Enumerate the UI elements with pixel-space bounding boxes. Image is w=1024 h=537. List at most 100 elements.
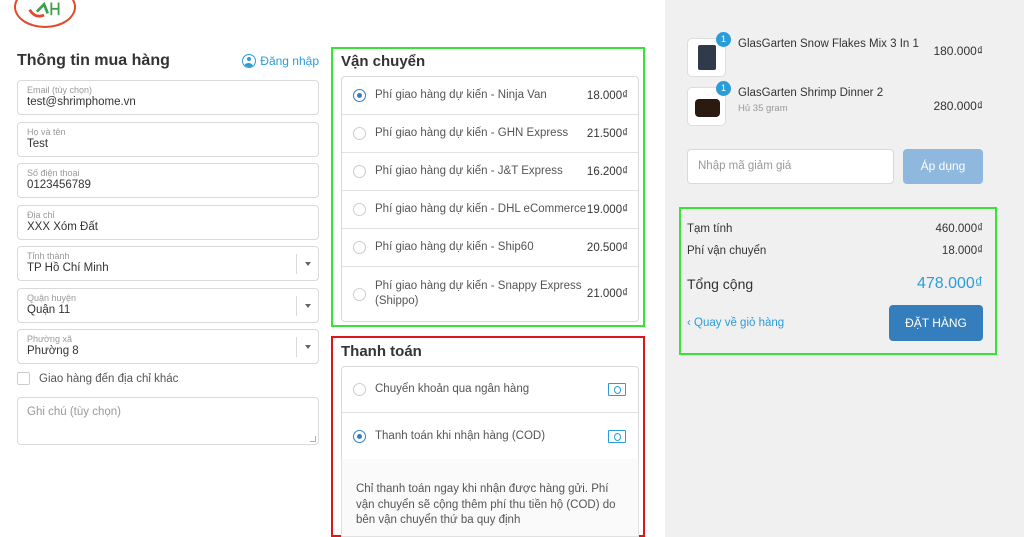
shipping-option-price: 21.000₫ [586, 288, 628, 300]
shipping-option-price: 18.000₫ [586, 89, 628, 102]
shipping-option-label: Phí giao hàng dự kiến - Ship60 [375, 241, 534, 253]
subtotal-value: 460.000₫ [935, 223, 983, 235]
fullname-field[interactable]: Họ và tên Test [17, 121, 319, 157]
product-image-icon [698, 45, 716, 70]
note-textarea[interactable]: Ghi chú (tùy chọn) [17, 396, 319, 445]
shipping-radio[interactable] [353, 241, 366, 254]
totals-box: Tạm tính 460.000₫ Phí vận chuyển 18.000₫… [679, 207, 997, 355]
shipping-option-price: 20.500₫ [586, 241, 628, 254]
shipping-option[interactable]: Phí giao hàng dự kiến - Snappy Express (… [342, 267, 638, 321]
money-icon [608, 429, 626, 443]
place-order-button[interactable]: ĐẶT HÀNG [889, 305, 983, 341]
shipping-fee-row: Phí vận chuyển 18.000₫ [687, 245, 983, 257]
ward-select[interactable]: Phường xã Phường 8 [17, 329, 319, 364]
shipping-option[interactable]: Phí giao hàng dự kiến - DHL eCommerce 19… [342, 191, 638, 229]
district-select[interactable]: Quận huyện Quận 11 [17, 287, 319, 323]
chevron-left-icon: ‹ [687, 317, 695, 329]
phone-value: 0123456789 [27, 179, 91, 191]
product-name: GlasGarten Snow Flakes Mix 3 In 1 [738, 38, 919, 50]
ward-label: Phường xã [27, 334, 72, 344]
product-thumbnail: 1 [687, 81, 731, 126]
address-label: Địa chỉ [27, 209, 55, 220]
coupon-input[interactable]: Nhập mã giảm giá [687, 149, 894, 184]
shipping-option-label: Phí giao hàng dự kiến - Snappy Express (… [375, 280, 582, 307]
shipping-option-label: Phí giao hàng dự kiến - J&T Express [375, 165, 563, 177]
fullname-value: Test [27, 137, 49, 150]
district-value: Quận 11 [27, 303, 71, 316]
customer-info-section: Thông tin mua hàng Đăng nhập Email (tùy … [17, 50, 319, 445]
shipping-option[interactable]: Phí giao hàng dự kiến - J&T Express 16.2… [342, 153, 638, 191]
product-price: 180.000₫ [933, 44, 983, 58]
shipping-option[interactable]: Phí giao hàng dự kiến - Ship60 20.500₫ [342, 229, 638, 267]
phone-field[interactable]: Số điện thoại 0123456789 [17, 163, 319, 198]
province-label: Tỉnh thành [27, 251, 70, 261]
shipping-option-label: Phí giao hàng dự kiến - GHN Express [375, 127, 569, 139]
quantity-badge: 1 [716, 81, 731, 96]
shipping-option-label: Phí giao hàng dự kiến - Ninja Van [375, 89, 547, 101]
product-price: 280.000₫ [933, 99, 983, 113]
district-label: Quận huyện [27, 292, 77, 303]
address-field[interactable]: Địa chỉ XXX Xóm Đất [17, 204, 319, 240]
shipping-option-price: 21.500₫ [586, 127, 628, 140]
phone-label: Số điện thoại [27, 168, 80, 178]
shipping-fee-label: Phí vận chuyển [687, 245, 767, 257]
ship-other-address-checkbox[interactable] [17, 372, 30, 385]
email-value: test@shrimphome.vn [27, 96, 136, 108]
cart-item: 1 GlasGarten Snow Flakes Mix 3 In 1 180.… [687, 32, 983, 77]
province-select[interactable]: Tỉnh thành TP Hồ Chí Minh [17, 246, 319, 281]
shipping-radio[interactable] [353, 203, 366, 216]
shipping-options-list: Phí giao hàng dự kiến - Ninja Van 18.000… [341, 76, 639, 322]
subtotal-row: Tạm tính 460.000₫ [687, 223, 983, 235]
total-label: Tổng cộng [687, 276, 754, 292]
payment-radio[interactable] [353, 383, 366, 396]
email-field[interactable]: Email (tùy chọn) test@shrimphome.vn [17, 80, 319, 115]
shipping-option-price: 19.000₫ [586, 203, 628, 216]
resize-handle-icon[interactable] [310, 435, 316, 442]
back-to-cart-link[interactable]: ‹ Quay về giỏ hàng [687, 317, 784, 329]
payment-section: Thanh toán Chuyển khoản qua ngân hàng Th… [331, 336, 645, 537]
shipping-radio[interactable] [353, 287, 366, 301]
back-to-cart-label: Quay về giỏ hàng [694, 317, 785, 329]
apply-coupon-button[interactable]: Áp dụng [903, 149, 983, 184]
shipping-option-label: Phí giao hàng dự kiến - DHL eCommerce [375, 203, 587, 215]
shipping-radio[interactable] [353, 89, 366, 102]
note-placeholder: Ghi chú (tùy chọn) [27, 405, 121, 418]
ward-value: Phường 8 [27, 345, 79, 357]
shipping-option[interactable]: Phí giao hàng dự kiến - Ninja Van 18.000… [342, 77, 638, 115]
product-variant: Hủ 35 gram [738, 103, 788, 114]
shipping-radio[interactable] [353, 165, 366, 178]
shop-logo[interactable] [14, 0, 76, 28]
ship-other-address-label: Giao hàng đến địa chỉ khác [39, 372, 179, 385]
product-thumbnail: 1 [687, 32, 731, 77]
shipping-option-price: 16.200₫ [586, 165, 628, 178]
payment-radio[interactable] [353, 429, 366, 443]
shrimphome-logo-icon [28, 1, 60, 18]
payment-option-label: Thanh toán khi nhận hàng (COD) [375, 429, 546, 442]
province-value: TP Hồ Chí Minh [27, 262, 109, 274]
chevron-down-icon[interactable] [296, 295, 318, 316]
payment-option-bank[interactable]: Chuyển khoản qua ngân hàng [342, 367, 638, 413]
login-link[interactable]: Đăng nhập [242, 54, 319, 68]
login-label: Đăng nhập [260, 54, 319, 68]
total-value: 478.000₫ [916, 275, 983, 292]
ship-other-address-row[interactable]: Giao hàng đến địa chỉ khác [17, 371, 319, 387]
payment-description: Chỉ thanh toán ngay khi nhận được hàng g… [341, 459, 639, 537]
chevron-down-icon[interactable] [296, 254, 318, 274]
payment-option-cod[interactable]: Thanh toán khi nhận hàng (COD) [342, 413, 638, 459]
quantity-badge: 1 [716, 32, 731, 47]
customer-info-title: Thông tin mua hàng [17, 52, 170, 69]
payment-option-label: Chuyển khoản qua ngân hàng [375, 383, 530, 395]
money-icon [608, 383, 626, 396]
shipping-radio[interactable] [353, 127, 366, 140]
shipping-title: Vận chuyển [341, 53, 426, 70]
shipping-fee-value: 18.000₫ [941, 245, 983, 257]
product-name: GlasGarten Shrimp Dinner 2 [738, 87, 884, 99]
chevron-down-icon[interactable] [296, 337, 318, 357]
payment-title: Thanh toán [341, 343, 422, 360]
shipping-option[interactable]: Phí giao hàng dự kiến - GHN Express 21.5… [342, 115, 638, 153]
payment-options-list: Chuyển khoản qua ngân hàng Thanh toán kh… [341, 366, 639, 459]
address-value: XXX Xóm Đất [27, 220, 98, 233]
product-image-icon [695, 99, 720, 117]
shipping-section: Vận chuyển Phí giao hàng dự kiến - Ninja… [331, 47, 645, 327]
fullname-label: Họ và tên [27, 126, 66, 137]
